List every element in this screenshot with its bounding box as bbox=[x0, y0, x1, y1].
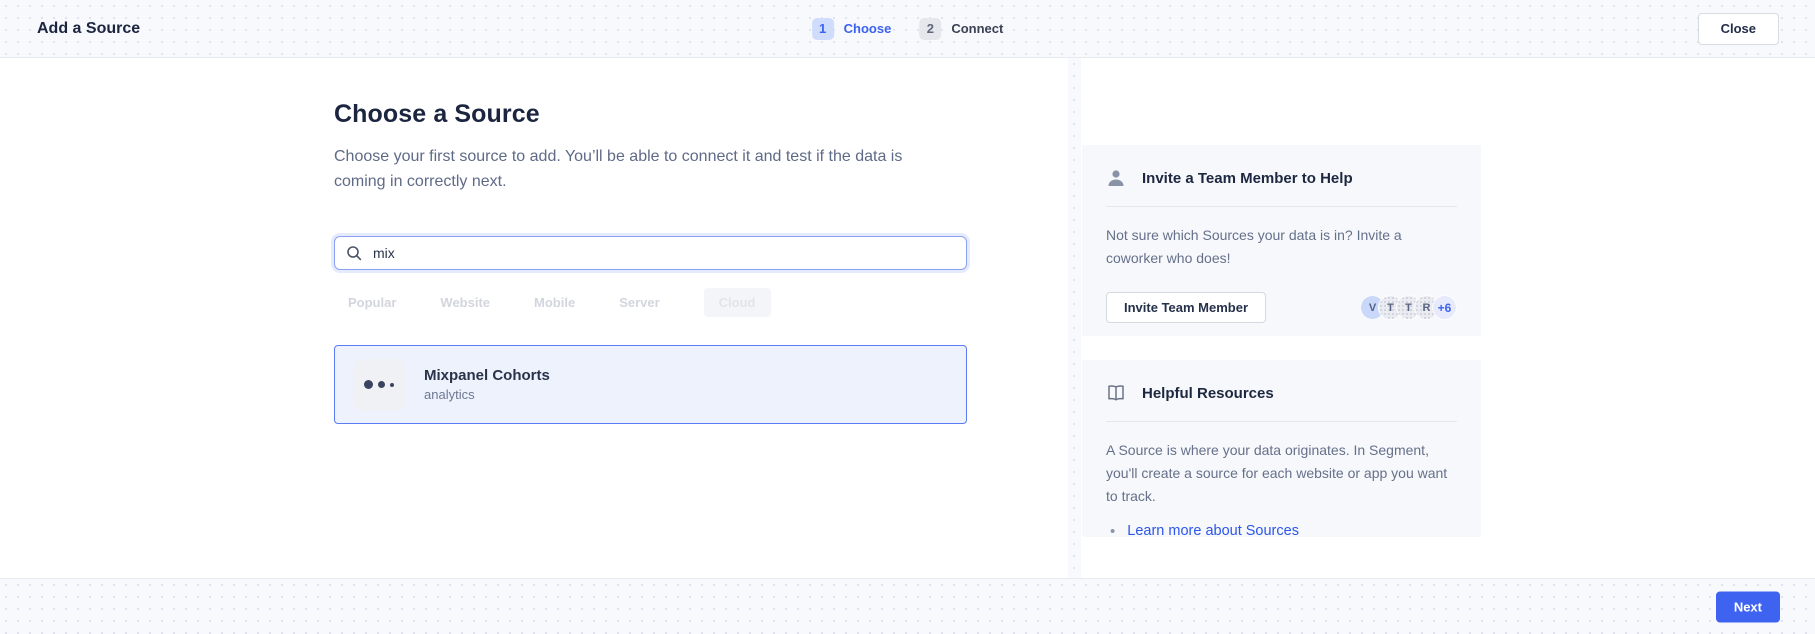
close-button[interactable]: Close bbox=[1698, 13, 1779, 45]
stepper: 1 Choose 2 Connect bbox=[812, 18, 1004, 40]
person-icon bbox=[1106, 168, 1126, 188]
step-choose[interactable]: 1 Choose bbox=[812, 18, 892, 40]
content-sidebar-divider bbox=[1068, 58, 1081, 578]
bullet-icon: • bbox=[1110, 524, 1115, 538]
modal-footer: Next bbox=[0, 578, 1815, 634]
step-choose-label: Choose bbox=[844, 21, 892, 36]
book-icon bbox=[1106, 383, 1126, 403]
tab-server[interactable]: Server bbox=[619, 295, 659, 310]
invite-team-member-button[interactable]: Invite Team Member bbox=[1106, 292, 1266, 323]
avatar-stack: V T T R +6 bbox=[1360, 295, 1457, 320]
step-connect[interactable]: 2 Connect bbox=[919, 18, 1003, 40]
avatar-overflow-count: +6 bbox=[1432, 295, 1457, 320]
invite-panel-body: Not sure which Sources your data is in? … bbox=[1106, 224, 1457, 270]
source-name: Mixpanel Cohorts bbox=[424, 367, 550, 384]
resources-panel: Helpful Resources A Source is where your… bbox=[1082, 360, 1481, 537]
next-button[interactable]: Next bbox=[1716, 591, 1780, 622]
resources-panel-body: A Source is where your data originates. … bbox=[1106, 439, 1457, 508]
invite-panel: Invite a Team Member to Help Not sure wh… bbox=[1082, 145, 1481, 336]
page-heading: Choose a Source bbox=[334, 100, 967, 129]
resources-panel-title: Helpful Resources bbox=[1142, 385, 1274, 402]
step-connect-number: 2 bbox=[919, 18, 941, 40]
page-description: Choose your first source to add. You’ll … bbox=[334, 144, 952, 194]
category-tabs: Popular Website Mobile Server Cloud bbox=[334, 287, 967, 317]
tab-mobile[interactable]: Mobile bbox=[534, 295, 575, 310]
search-icon bbox=[346, 245, 362, 261]
modal-header: Add a Source 1 Choose 2 Connect Close bbox=[0, 0, 1815, 58]
source-picker: Choose a Source Choose your first source… bbox=[334, 58, 967, 424]
step-connect-label: Connect bbox=[951, 21, 1003, 36]
invite-panel-header: Invite a Team Member to Help bbox=[1106, 165, 1457, 191]
tab-cloud[interactable]: Cloud bbox=[704, 288, 771, 317]
invite-panel-title: Invite a Team Member to Help bbox=[1142, 170, 1353, 187]
divider bbox=[1106, 206, 1457, 207]
learn-more-sources-link[interactable]: Learn more about Sources bbox=[1127, 523, 1299, 537]
help-sidebar: Invite a Team Member to Help Not sure wh… bbox=[1082, 58, 1481, 537]
tab-popular[interactable]: Popular bbox=[348, 295, 396, 310]
step-choose-number: 1 bbox=[812, 18, 834, 40]
search-input[interactable] bbox=[334, 236, 967, 270]
resource-link-row: • Learn more about Sources bbox=[1106, 523, 1457, 537]
modal-body: Choose a Source Choose your first source… bbox=[0, 58, 1815, 578]
invite-row: Invite Team Member V T T R +6 bbox=[1106, 292, 1457, 323]
source-meta: Mixpanel Cohorts analytics bbox=[424, 367, 550, 402]
mixpanel-dots-logo-icon bbox=[353, 359, 405, 411]
page-title: Add a Source bbox=[37, 20, 140, 38]
source-category: analytics bbox=[424, 387, 550, 402]
search-box bbox=[334, 236, 967, 270]
divider bbox=[1106, 421, 1457, 422]
tab-website[interactable]: Website bbox=[440, 295, 490, 310]
resources-panel-header: Helpful Resources bbox=[1106, 380, 1457, 406]
source-result-mixpanel-cohorts[interactable]: Mixpanel Cohorts analytics bbox=[334, 345, 967, 424]
